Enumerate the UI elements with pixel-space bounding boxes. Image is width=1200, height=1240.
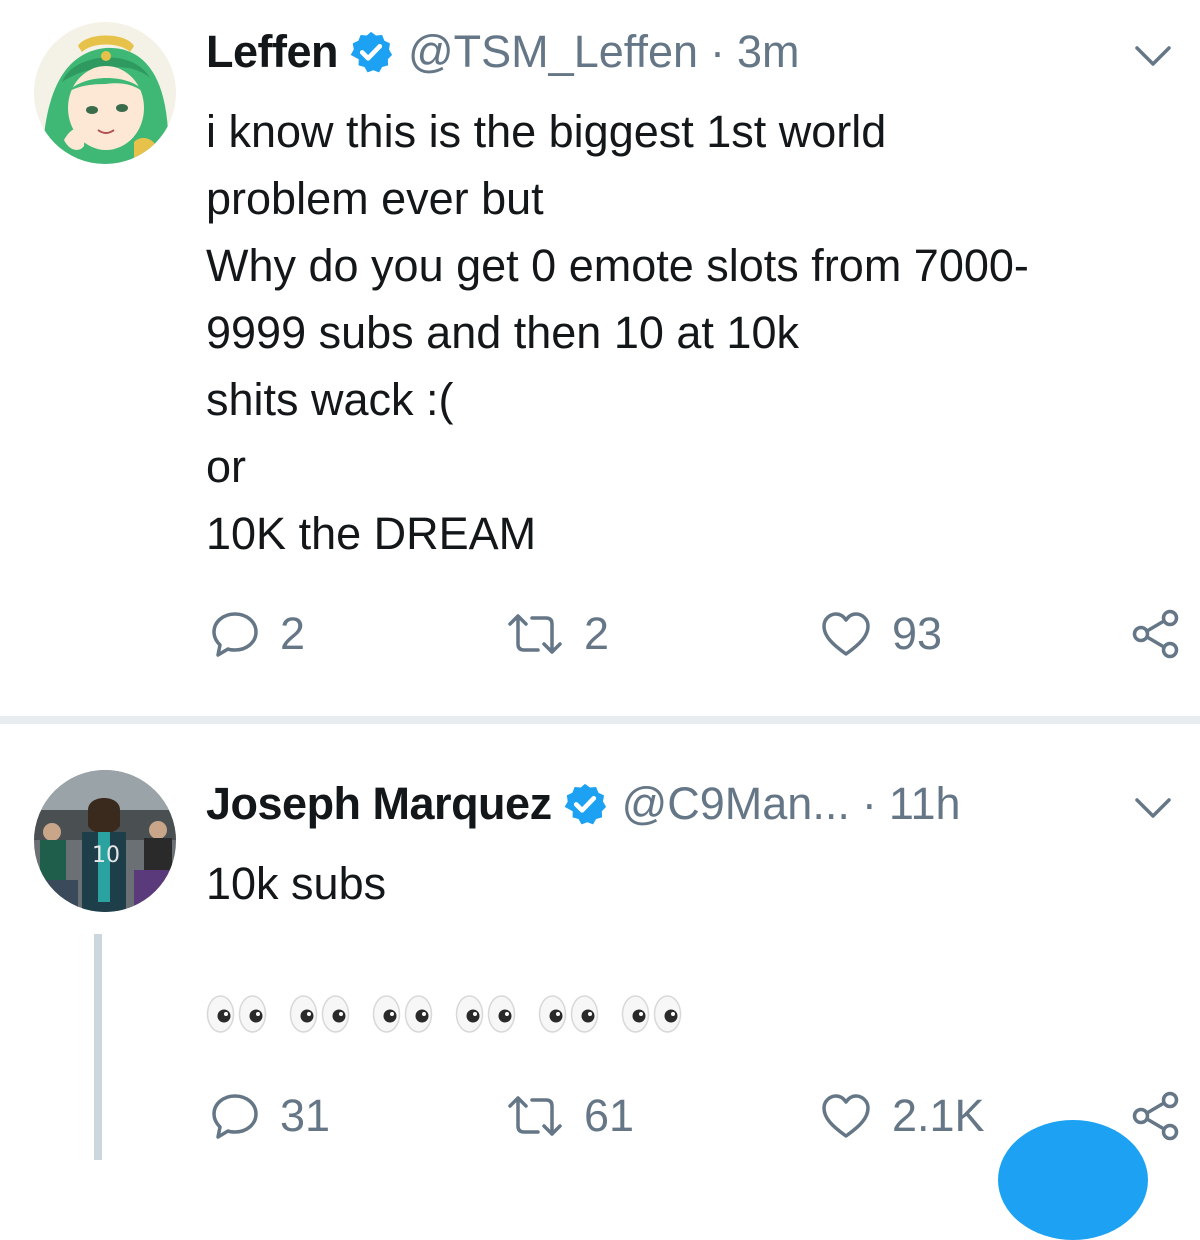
green-haired-anime-avatar-icon xyxy=(34,22,176,164)
thread-connector-line xyxy=(94,934,102,1160)
reply-count: 2 xyxy=(280,608,306,659)
retweet-button[interactable]: 61 xyxy=(506,1086,634,1146)
tweet-text-line: 10k subs xyxy=(206,858,387,909)
retweet-icon xyxy=(508,614,562,654)
handle[interactable]: @C9Man... xyxy=(622,778,850,830)
share-icon xyxy=(1132,609,1179,659)
eyes-emoji-icon xyxy=(372,994,434,1034)
like-button[interactable]: 93 xyxy=(820,604,942,664)
tweet-text-line: i know this is the biggest 1st world xyxy=(206,106,887,157)
retweet-count: 61 xyxy=(584,1090,635,1141)
svg-text:10: 10 xyxy=(92,843,120,868)
timestamp[interactable]: 11h xyxy=(889,778,961,830)
share-button[interactable] xyxy=(1130,604,1182,664)
crowd-photo-avatar-icon: 10 xyxy=(34,770,176,912)
separator-dot: · xyxy=(710,26,725,77)
tweet-text: i know this is the biggest 1st world pro… xyxy=(206,98,1166,567)
handle[interactable]: @TSM_Leffen xyxy=(408,26,698,78)
tweet-header: Joseph Marquez @C9Man... · 11h xyxy=(206,774,961,834)
verified-badge-icon xyxy=(564,783,606,825)
verified-badge-icon xyxy=(350,31,393,73)
share-button[interactable] xyxy=(1130,1086,1182,1146)
chevron-down-icon[interactable] xyxy=(1134,44,1172,68)
separator-dot: · xyxy=(861,778,877,829)
tweet-text-line: problem ever but xyxy=(206,173,544,224)
display-name[interactable]: Leffen xyxy=(206,26,339,78)
eyes-emoji-icon xyxy=(621,994,683,1034)
eyes-emoji-icon xyxy=(289,994,351,1034)
share-icon xyxy=(1132,1091,1179,1141)
reply-count: 31 xyxy=(280,1090,331,1141)
reply-icon xyxy=(212,612,258,657)
tweet-leffen[interactable]: Leffen @TSM_Leffen · 3m i know this is t… xyxy=(0,0,1200,716)
tweet-divider xyxy=(0,716,1200,724)
reply-icon xyxy=(212,1094,258,1139)
reply-button[interactable]: 2 xyxy=(210,604,305,664)
tweet-text: 10k subs xyxy=(206,850,1166,917)
chevron-down-icon[interactable] xyxy=(1134,796,1172,820)
eyes-emoji-icon xyxy=(538,994,600,1034)
tweet-text-line: Why do you get 0 emote slots from 7000- xyxy=(206,240,1029,291)
avatar[interactable]: 10 xyxy=(34,770,176,912)
reply-button[interactable]: 31 xyxy=(210,1086,330,1146)
like-count: 93 xyxy=(892,608,943,659)
tweet-text-line: 10K the DREAM xyxy=(206,508,537,559)
eyes-emoji-icon xyxy=(455,994,517,1034)
tweet-text-line: shits wack :( xyxy=(206,374,454,425)
heart-icon xyxy=(822,1094,870,1138)
avatar[interactable] xyxy=(34,22,176,164)
tweet-joseph-marquez[interactable]: 10 Joseph Marquez @C9Man... · 11h 10k su… xyxy=(0,724,1200,1160)
emoji-row xyxy=(206,994,683,1034)
like-button[interactable]: 2.1K xyxy=(820,1086,985,1146)
retweet-count: 2 xyxy=(584,608,610,659)
tweet-text-line: 9999 subs and then 10 at 10k xyxy=(206,307,799,358)
tweet-text-line: or xyxy=(206,441,247,492)
retweet-button[interactable]: 2 xyxy=(506,604,609,664)
tweet-header: Leffen @TSM_Leffen · 3m xyxy=(206,22,800,82)
retweet-icon xyxy=(508,1096,562,1136)
timestamp[interactable]: 3m xyxy=(737,26,800,78)
tweet-actions: 2 2 93 xyxy=(206,604,1186,664)
compose-tweet-button[interactable] xyxy=(998,1120,1148,1240)
eyes-emoji-icon xyxy=(206,994,268,1034)
like-count: 2.1K xyxy=(892,1090,985,1141)
display-name[interactable]: Joseph Marquez xyxy=(206,778,552,830)
heart-icon xyxy=(822,612,870,656)
